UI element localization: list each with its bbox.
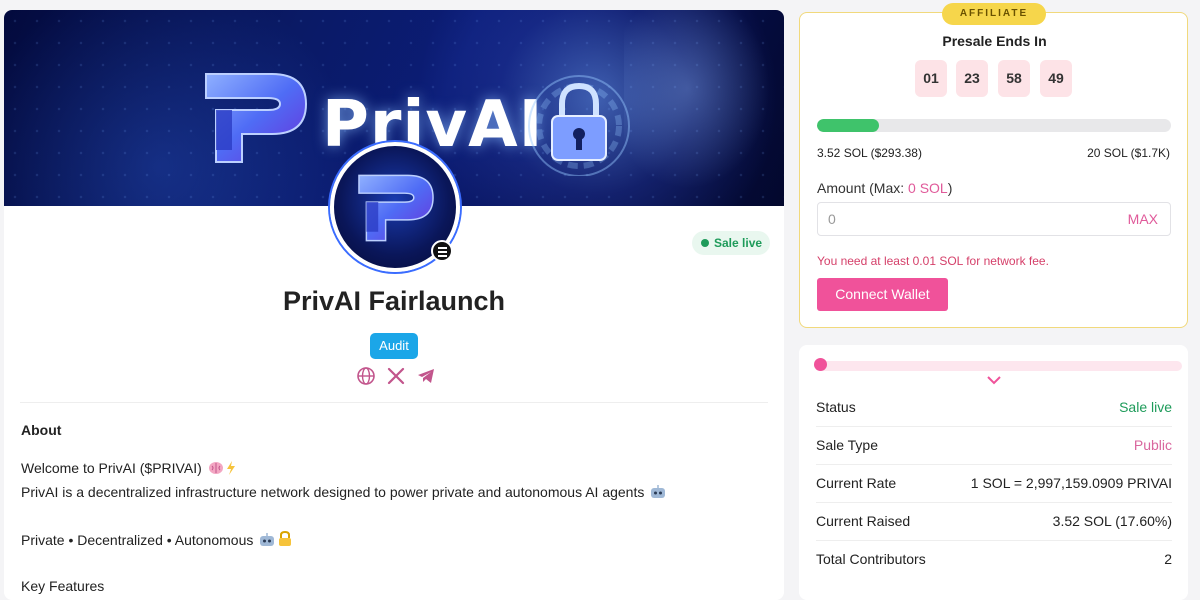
solana-chain-icon xyxy=(431,240,453,262)
detail-row-contributors: Total Contributors 2 xyxy=(816,551,1172,567)
countdown-seconds: 49 xyxy=(1040,60,1072,97)
presale-card: AFFILIATE Presale Ends In 01 23 58 49 3.… xyxy=(799,3,1188,328)
robot-emoji-icon xyxy=(259,533,275,550)
about-line: Key Features xyxy=(21,578,105,594)
affiliate-badge[interactable]: AFFILIATE xyxy=(942,3,1046,25)
amount-field[interactable]: MAX xyxy=(817,202,1171,236)
sale-details-card: Status Sale live Sale Type Public Curren… xyxy=(799,345,1188,600)
amount-input[interactable] xyxy=(828,203,1108,235)
hard-cap: 20 SOL ($1.7K) xyxy=(1087,146,1170,160)
raise-progress-bar xyxy=(817,119,1171,132)
x-icon[interactable] xyxy=(386,366,406,386)
max-button[interactable]: MAX xyxy=(1128,211,1158,227)
lightning-emoji-icon xyxy=(226,461,236,478)
slider-thumb[interactable] xyxy=(814,358,827,371)
about-line: Welcome to PrivAI ($PRIVAI) xyxy=(21,460,236,478)
status-badge: Sale live xyxy=(692,231,771,255)
divider xyxy=(20,402,768,403)
lock-icon xyxy=(528,75,630,176)
telegram-icon[interactable] xyxy=(416,366,436,386)
detail-row-status: Status Sale live xyxy=(816,389,1172,427)
raised-amount: 3.52 SOL ($293.38) xyxy=(817,146,922,160)
social-links xyxy=(354,366,438,386)
project-panel: PrivAI Sale live PrivAI Fairlaunch Audit xyxy=(4,10,784,600)
banner-title: PrivAI xyxy=(322,88,544,162)
robot-emoji-icon xyxy=(650,485,666,502)
countdown-hours: 23 xyxy=(956,60,988,97)
countdown-minutes: 58 xyxy=(998,60,1030,97)
lock-key-emoji-icon xyxy=(277,530,293,550)
audit-button[interactable]: Audit xyxy=(370,333,418,359)
live-dot-icon xyxy=(701,239,709,247)
sale-progress-slider[interactable] xyxy=(815,361,1182,371)
detail-row-current-rate: Current Rate 1 SOL = 2,997,159.0909 PRIV… xyxy=(816,465,1172,503)
privai-logo-icon xyxy=(205,73,308,163)
amount-label: Amount (Max: 0 SOL) xyxy=(817,180,953,196)
about-heading: About xyxy=(21,422,62,438)
brain-emoji-icon xyxy=(208,461,224,478)
privai-avatar-logo-icon xyxy=(358,174,434,242)
detail-row-current-raised: Current Raised 3.52 SOL (17.60%) xyxy=(816,503,1172,541)
chevron-down-icon[interactable] xyxy=(986,375,1002,385)
about-line: Private • Decentralized • Autonomous xyxy=(21,530,293,550)
project-title: PrivAI Fairlaunch xyxy=(282,286,506,316)
countdown-days: 01 xyxy=(915,60,947,97)
fee-warning: You need at least 0.01 SOL for network f… xyxy=(817,254,1049,268)
about-line: PrivAI is a decentralized infrastructure… xyxy=(21,484,666,502)
presale-title: Presale Ends In xyxy=(942,33,1047,49)
globe-icon[interactable] xyxy=(356,366,376,386)
raise-progress-fill xyxy=(817,119,880,132)
detail-row-sale-type: Sale Type Public xyxy=(816,427,1172,465)
connect-wallet-button[interactable]: Connect Wallet xyxy=(817,278,948,311)
